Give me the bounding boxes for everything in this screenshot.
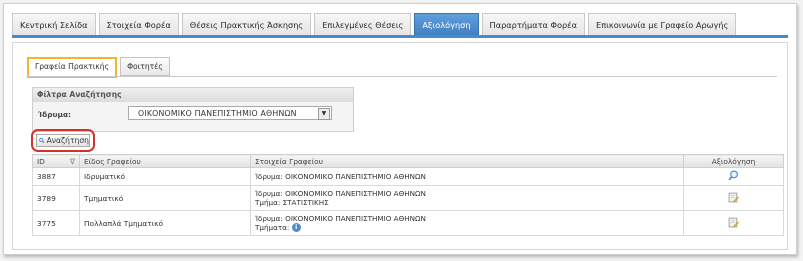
cell-details: Ίδρυμα: ΟΙΚΟΝΟΜΙΚΟ ΠΑΝΕΠΙΣΤΗΜΙΟ ΑΘΗΝΩΝ	[250, 167, 684, 186]
subtab-students[interactable]: Φοιτητές	[120, 57, 170, 76]
sort-icon: ∇	[70, 156, 75, 166]
table-row: 3887 Ιδρυματικό Ίδρυμα: ΟΙΚΟΝΟΜΙΚΟ ΠΑΝΕΠ…	[32, 167, 784, 186]
nav-tab-organization[interactable]: Στοιχεία Φορέα	[98, 13, 179, 36]
table-row: 3775 Πολλαπλά Τμηματικό Ίδρυμα: ΟΙΚΟΝΟΜΙ…	[32, 210, 784, 236]
nav-tab-selected-positions[interactable]: Επιλεγμένες Θέσεις	[314, 13, 412, 36]
search-button-label: Αναζήτηση	[46, 136, 89, 145]
department-label: Τμήμα:	[255, 198, 281, 207]
cell-type: Τμηματικό	[79, 185, 251, 211]
nav-tab-home[interactable]: Κεντρική Σελίδα	[12, 13, 96, 36]
institution-select[interactable]: ΟΙΚΟΝΟΜΙΚΟ ΠΑΝΕΠΙΣΤΗΜΙΟ ΑΘΗΝΩΝ ▼	[128, 106, 332, 120]
cell-type: Ιδρυματικό	[79, 167, 251, 186]
institution-selected-value: ΟΙΚΟΝΟΜΙΚΟ ΠΑΝΕΠΙΣΤΗΜΙΟ ΑΘΗΝΩΝ	[138, 109, 297, 118]
institution-name: ΟΙΚΟΝΟΜΙΚΟ ΠΑΝΕΠΙΣΤΗΜΙΟ ΑΘΗΝΩΝ	[285, 189, 426, 198]
chevron-down-icon[interactable]: ▼	[318, 108, 330, 120]
cell-id: 3887	[32, 167, 80, 186]
nav-tab-helpdesk[interactable]: Επικοινωνία με Γραφείο Αρωγής	[588, 13, 737, 36]
institution-label: Ίδρυμα:	[38, 110, 71, 119]
offices-table: ID ∇ Είδος Γραφείου Στοιχεία Γραφείου Αξ…	[32, 154, 784, 236]
table-header: ID ∇ Είδος Γραφείου Στοιχεία Γραφείου Αξ…	[32, 154, 784, 168]
nav-tab-branches[interactable]: Παραρτήματα Φορέα	[481, 13, 586, 36]
col-id[interactable]: ID ∇	[32, 154, 80, 168]
col-id-label: ID	[37, 156, 45, 166]
search-filters: Φίλτρα Αναζήτησης Ίδρυμα: ΟΙΚΟΝΟΜΙΚΟ ΠΑΝ…	[32, 87, 354, 132]
cell-evaluation	[683, 167, 784, 186]
cell-type: Πολλαπλά Τμηματικό	[79, 210, 251, 236]
institution-label: Ίδρυμα:	[255, 213, 283, 223]
nav-divider	[12, 35, 788, 38]
col-details[interactable]: Στοιχεία Γραφείου	[250, 154, 684, 168]
content-panel: Γραφεία Πρακτικής Φοιτητές Φίλτρα Αναζήτ…	[12, 42, 788, 250]
main-nav: Κεντρική Σελίδα Στοιχεία Φορέα Θέσεις Πρ…	[12, 13, 737, 36]
departments-label: Τμήματα:	[255, 222, 290, 232]
nav-tab-internship-positions[interactable]: Θέσεις Πρακτικής Άσκησης	[181, 13, 312, 36]
cell-details: Ίδρυμα: ΟΙΚΟΝΟΜΙΚΟ ΠΑΝΕΠΙΣΤΗΜΙΟ ΑΘΗΝΩΝ Τ…	[250, 185, 684, 211]
table-row: 3789 Τμηματικό Ίδρυμα: ΟΙΚΟΝΟΜΙΚΟ ΠΑΝΕΠΙ…	[32, 185, 784, 211]
magnifier-icon	[39, 137, 45, 144]
nav-tab-evaluation[interactable]: Αξιολόγηση	[414, 13, 479, 36]
edit-document-icon[interactable]	[728, 192, 739, 203]
cell-details: Ίδρυμα: ΟΙΚΟΝΟΜΙΚΟ ΠΑΝΕΠΙΣΤΗΜΙΟ ΑΘΗΝΩΝ Τ…	[250, 210, 684, 236]
institution-label: Ίδρυμα:	[255, 189, 283, 198]
cell-evaluation	[683, 185, 784, 211]
institution-name: ΟΙΚΟΝΟΜΙΚΟ ΠΑΝΕΠΙΣΤΗΜΙΟ ΑΘΗΝΩΝ	[285, 172, 426, 181]
search-button[interactable]: Αναζήτηση	[36, 134, 90, 147]
edit-document-icon[interactable]	[728, 217, 739, 228]
subtab-internship-offices[interactable]: Γραφεία Πρακτικής	[27, 57, 118, 78]
institution-label: Ίδρυμα:	[255, 172, 283, 181]
col-evaluation[interactable]: Αξιολόγηση	[683, 154, 784, 168]
filters-title: Φίλτρα Αναζήτησης	[33, 88, 353, 102]
search-button-highlight: Αναζήτηση	[31, 129, 95, 152]
app-frame: Κεντρική Σελίδα Στοιχεία Φορέα Θέσεις Πρ…	[3, 3, 797, 255]
cell-evaluation	[683, 210, 784, 236]
cell-id: 3789	[32, 185, 80, 211]
magnifier-icon[interactable]	[728, 170, 739, 181]
subtabs: Γραφεία Πρακτικής Φοιτητές	[27, 57, 170, 78]
col-type[interactable]: Είδος Γραφείου	[79, 154, 251, 168]
department-name: ΣΤΑΤΙΣΤΙΚΗΣ	[282, 198, 329, 207]
subtab-divider	[27, 76, 777, 77]
info-icon[interactable]: i	[291, 223, 301, 233]
institution-name: ΟΙΚΟΝΟΜΙΚΟ ΠΑΝΕΠΙΣΤΗΜΙΟ ΑΘΗΝΩΝ	[285, 213, 426, 223]
cell-id: 3775	[32, 210, 80, 236]
